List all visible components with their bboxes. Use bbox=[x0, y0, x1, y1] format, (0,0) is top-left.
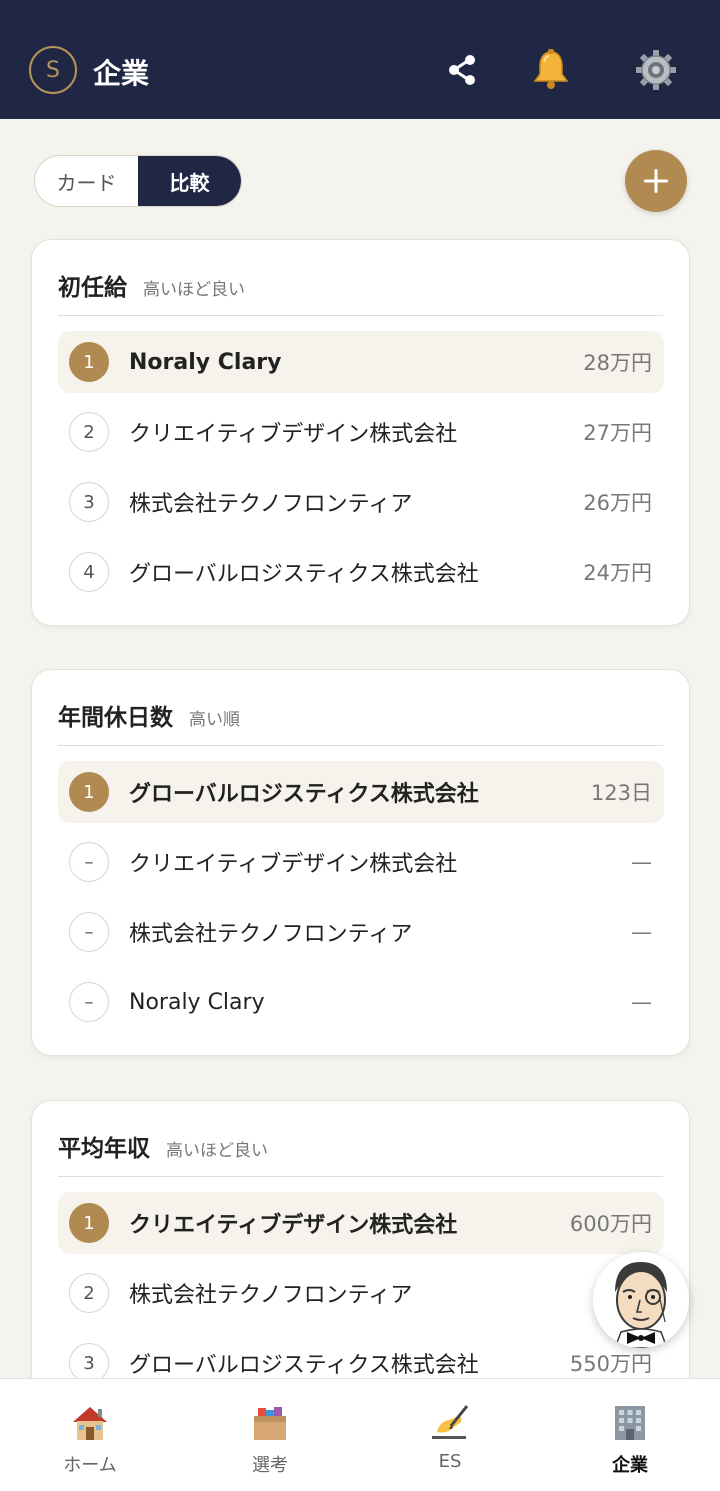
bottom-tab-bar: ホーム 選考 ES 企業 bbox=[0, 1378, 720, 1491]
card-title: 初任給 bbox=[58, 275, 127, 301]
card-title: 平均年収 bbox=[58, 1136, 150, 1162]
page-title: 企業 bbox=[93, 57, 150, 90]
company-name: クリエイティブデザイン株式会社 bbox=[129, 422, 458, 447]
app-header: S 企業 bbox=[0, 0, 720, 119]
company-name: 株式会社テクノフロンティア bbox=[129, 1283, 413, 1308]
tab-companies[interactable]: 企業 bbox=[540, 1379, 720, 1491]
card-header: 初任給 高いほど良い bbox=[58, 268, 663, 316]
company-name: グローバルロジスティクス株式会社 bbox=[129, 1353, 479, 1378]
company-name: クリエイティブデザイン株式会社 bbox=[129, 1213, 458, 1238]
gear-icon[interactable] bbox=[632, 46, 680, 94]
plus-icon bbox=[644, 169, 668, 193]
comparison-card-starting-salary: 初任給 高いほど良い 1 Noraly Clary 28万円 2 クリエイティブ… bbox=[31, 239, 690, 626]
rank-badge: 1 bbox=[69, 1203, 109, 1243]
avatar-letter: S bbox=[46, 57, 60, 83]
row-value: — bbox=[631, 990, 652, 1014]
assistant-mascot-button[interactable] bbox=[593, 1252, 689, 1348]
row-value: 27万円 bbox=[583, 421, 652, 445]
gentleman-mascot-icon bbox=[594, 1253, 688, 1348]
add-button[interactable] bbox=[625, 150, 687, 212]
card-subtitle: 高い順 bbox=[189, 710, 240, 730]
tab-label: 選考 bbox=[252, 1455, 288, 1476]
row-value: 28万円 bbox=[583, 351, 652, 375]
bell-icon[interactable] bbox=[527, 46, 575, 94]
ranking-row[interactable]: 2 クリエイティブデザイン株式会社 27万円 bbox=[58, 401, 664, 463]
office-building-icon bbox=[608, 1401, 652, 1445]
card-title: 年間休日数 bbox=[58, 705, 173, 731]
tab-home[interactable]: ホーム bbox=[0, 1379, 180, 1491]
company-name: グローバルロジスティクス株式会社 bbox=[129, 562, 479, 587]
row-value: 26万円 bbox=[583, 491, 652, 515]
rank-badge: 2 bbox=[69, 1273, 109, 1313]
ranking-row[interactable]: – Noraly Clary — bbox=[58, 971, 664, 1033]
rank-badge: – bbox=[69, 912, 109, 952]
tab-selection[interactable]: 選考 bbox=[180, 1379, 360, 1491]
tab-label: ホーム bbox=[63, 1455, 117, 1476]
ranking-row[interactable]: – 株式会社テクノフロンティア — bbox=[58, 901, 664, 963]
company-name: クリエイティブデザイン株式会社 bbox=[129, 852, 458, 877]
ranking-row[interactable]: 1 グローバルロジスティクス株式会社 123日 bbox=[58, 761, 664, 823]
card-header: 年間休日数 高い順 bbox=[58, 698, 663, 746]
row-value: — bbox=[631, 850, 652, 874]
rank-badge: 3 bbox=[69, 1343, 109, 1378]
row-value: 600万円 bbox=[569, 1212, 652, 1236]
rank-badge: 1 bbox=[69, 772, 109, 812]
row-value: — bbox=[631, 920, 652, 944]
comparison-card-annual-holidays: 年間休日数 高い順 1 グローバルロジスティクス株式会社 123日 – クリエイ… bbox=[31, 669, 690, 1056]
company-name: 株式会社テクノフロンティア bbox=[129, 492, 413, 517]
tab-label: 企業 bbox=[612, 1455, 648, 1476]
ranking-row[interactable]: 1 クリエイティブデザイン株式会社 600万円 bbox=[58, 1192, 664, 1254]
tab-label: ES bbox=[438, 1451, 462, 1472]
file-box-icon bbox=[248, 1401, 292, 1445]
company-name: グローバルロジスティクス株式会社 bbox=[129, 782, 479, 807]
card-subtitle: 高いほど良い bbox=[166, 1141, 268, 1161]
company-name: 株式会社テクノフロンティア bbox=[129, 922, 413, 947]
row-value: 24万円 bbox=[583, 561, 652, 585]
ranking-row[interactable]: 4 グローバルロジスティクス株式会社 24万円 bbox=[58, 541, 664, 603]
card-subtitle: 高いほど良い bbox=[143, 280, 245, 300]
comparison-card-average-income: 平均年収 高いほど良い 1 クリエイティブデザイン株式会社 600万円 2 株式… bbox=[31, 1100, 690, 1378]
rank-badge: 4 bbox=[69, 552, 109, 592]
ranking-row[interactable]: – クリエイティブデザイン株式会社 — bbox=[58, 831, 664, 893]
row-value: 550万円 bbox=[569, 1352, 652, 1376]
card-header: 平均年収 高いほど良い bbox=[58, 1129, 663, 1177]
view-toggle: カード 比較 bbox=[34, 155, 242, 207]
toggle-compare-view[interactable]: 比較 bbox=[138, 156, 241, 206]
ranking-row[interactable]: 2 株式会社テクノフロンティア 58 bbox=[58, 1262, 664, 1324]
rank-badge: – bbox=[69, 842, 109, 882]
writing-hand-icon bbox=[428, 1401, 472, 1445]
row-value: 123日 bbox=[590, 781, 652, 805]
ranking-row[interactable]: 3 株式会社テクノフロンティア 26万円 bbox=[58, 471, 664, 533]
company-name: Noraly Clary bbox=[129, 989, 265, 1015]
company-name: Noraly Clary bbox=[129, 349, 282, 375]
house-icon bbox=[68, 1401, 112, 1445]
rank-badge: – bbox=[69, 982, 109, 1022]
rank-badge: 2 bbox=[69, 412, 109, 452]
ranking-row[interactable]: 1 Noraly Clary 28万円 bbox=[58, 331, 664, 393]
toggle-card-view[interactable]: カード bbox=[35, 156, 138, 206]
avatar[interactable]: S bbox=[29, 46, 77, 94]
tab-es[interactable]: ES bbox=[360, 1379, 540, 1491]
rank-badge: 1 bbox=[69, 342, 109, 382]
share-icon[interactable] bbox=[438, 46, 486, 94]
main-content[interactable]: カード 比較 初任給 高いほど良い 1 Noraly Clary 28万円 2 … bbox=[0, 119, 720, 1378]
rank-badge: 3 bbox=[69, 482, 109, 522]
ranking-row[interactable]: 3 グローバルロジスティクス株式会社 550万円 bbox=[58, 1332, 664, 1378]
